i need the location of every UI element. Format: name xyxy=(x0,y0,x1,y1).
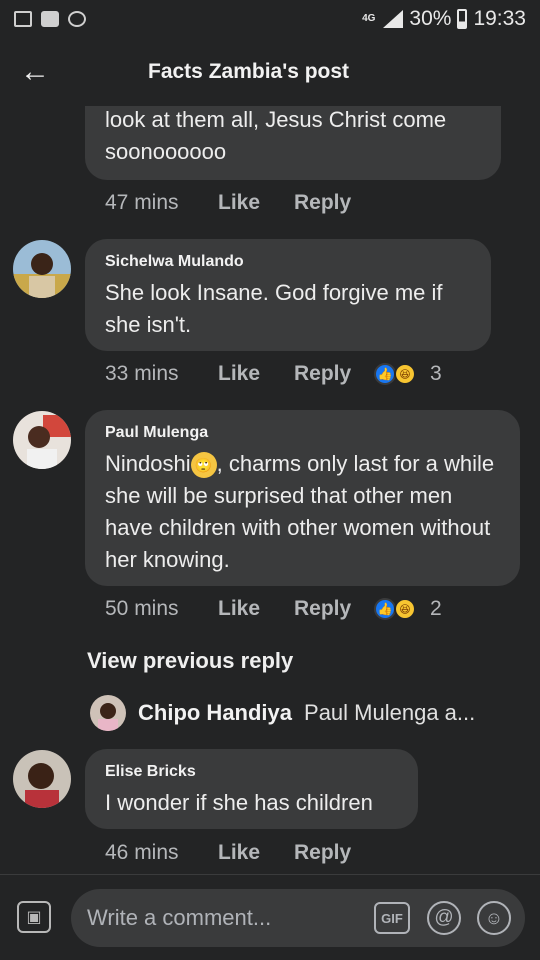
comment-time: 47 mins xyxy=(105,191,179,214)
like-button[interactable]: Like xyxy=(218,841,294,865)
mention-button[interactable]: @ xyxy=(427,901,461,935)
battery-icon xyxy=(457,9,468,29)
comment-author[interactable]: Elise Bricks xyxy=(105,763,398,781)
notification-icons xyxy=(14,11,86,27)
signal-icon xyxy=(381,10,404,28)
settings-notification-icon xyxy=(68,11,86,27)
comment-bubble[interactable]: Elise Bricks I wonder if she has childre… xyxy=(85,749,418,829)
haha-reaction-icon: 😆 xyxy=(394,598,416,620)
comment-actions: 33 mins Like Reply 👍 😆 3 xyxy=(105,362,442,386)
app-bar: ← Facts Zambia's post xyxy=(0,38,540,106)
view-previous-reply-link[interactable]: View previous reply xyxy=(87,648,293,674)
comment-time: 46 mins xyxy=(105,841,179,864)
avatar[interactable] xyxy=(13,240,71,298)
back-arrow-icon[interactable]: ← xyxy=(0,38,70,106)
status-bar: 4G 30% 19:33 xyxy=(0,0,540,38)
reaction-count: 2 xyxy=(430,597,442,620)
reply-button[interactable]: Reply xyxy=(294,191,374,215)
comments-feed[interactable]: look at them all, Jesus Christ come soon… xyxy=(0,106,540,874)
avatar[interactable] xyxy=(90,695,126,731)
photo-icon[interactable]: ▣ xyxy=(17,901,51,933)
emoji-icon[interactable]: ☺ xyxy=(477,901,511,935)
battery-percent: 30% xyxy=(409,7,452,30)
clock: 19:33 xyxy=(473,7,526,30)
gif-button[interactable]: GIF xyxy=(374,902,410,934)
reaction-count: 3 xyxy=(430,362,442,385)
reply-button[interactable]: Reply xyxy=(294,362,374,386)
comment-bubble[interactable]: Paul Mulenga Nindoshi 🙄, charms only last… xyxy=(85,410,520,586)
comment-text: I wonder if she has children xyxy=(105,790,373,815)
comment-author[interactable]: Sichelwa Mulando xyxy=(105,253,471,271)
reply-button[interactable]: Reply xyxy=(294,597,374,621)
comment-actions: 50 mins Like Reply 👍 😆 2 xyxy=(105,597,442,621)
comment-time: 50 mins xyxy=(105,597,179,620)
reply-button[interactable]: Reply xyxy=(294,841,374,865)
comment-input[interactable] xyxy=(87,901,367,935)
comment-actions: 46 mins Like Reply xyxy=(105,841,374,865)
like-button[interactable]: Like xyxy=(218,597,294,621)
like-button[interactable]: Like xyxy=(218,362,294,386)
comment-text: Nindoshi 🙄, charms only last for a while … xyxy=(105,448,500,576)
avatar[interactable] xyxy=(13,750,71,808)
comment-input-container[interactable]: GIF @ ☺ xyxy=(71,889,525,947)
haha-reaction-icon: 😆 xyxy=(394,363,416,385)
comment-time: 33 mins xyxy=(105,362,179,385)
reactions-summary[interactable]: 👍 😆 2 xyxy=(374,597,442,621)
message-notification-icon xyxy=(41,11,59,27)
reply-preview[interactable]: Chipo Handiya Paul Mulenga a... xyxy=(90,695,475,731)
network-type: 4G xyxy=(362,13,376,24)
comment-bubble[interactable]: Sichelwa Mulando She look Insane. God fo… xyxy=(85,239,491,351)
comment-bubble[interactable]: look at them all, Jesus Christ come soon… xyxy=(85,106,501,180)
reply-text: Paul Mulenga a... xyxy=(304,700,476,725)
comment-text: She look Insane. God forgive me if she i… xyxy=(105,280,443,337)
comment-composer: ▣ GIF @ ☺ xyxy=(0,874,540,960)
comment-actions: 47 mins Like Reply xyxy=(105,191,374,215)
comment-author[interactable]: Paul Mulenga xyxy=(105,424,500,442)
like-reaction-icon: 👍 xyxy=(374,598,396,620)
like-reaction-icon: 👍 xyxy=(374,363,396,385)
reactions-summary[interactable]: 👍 😆 3 xyxy=(374,362,442,386)
like-button[interactable]: Like xyxy=(218,191,294,215)
comment-text-start: Nindoshi xyxy=(105,451,191,476)
avatar[interactable] xyxy=(13,411,71,469)
image-notification-icon xyxy=(14,11,32,27)
page-title: Facts Zambia's post xyxy=(148,60,350,83)
rolling-eyes-emoji-icon: 🙄 xyxy=(190,452,217,479)
reply-author[interactable]: Chipo Handiya xyxy=(138,700,292,726)
comment-text: look at them all, Jesus Christ come soon… xyxy=(105,107,447,164)
